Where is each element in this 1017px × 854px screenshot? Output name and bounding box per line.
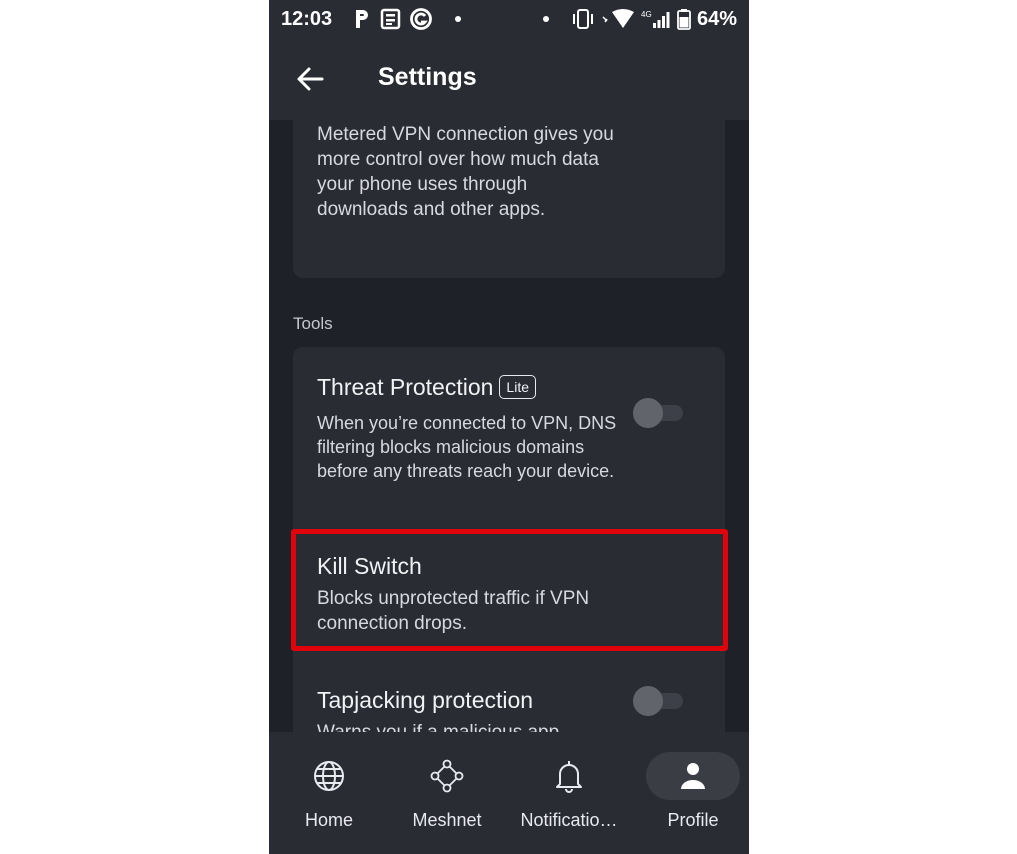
wifi-icon bbox=[602, 9, 634, 28]
globe-icon bbox=[314, 761, 344, 791]
lite-badge: Lite bbox=[499, 375, 536, 399]
meshnet-icon bbox=[430, 759, 464, 793]
parking-icon bbox=[356, 10, 368, 28]
kill-switch-highlight-box bbox=[291, 529, 728, 651]
tapjacking-description: Warns you if a malicious app bbox=[317, 720, 617, 732]
nav-meshnet-label: Meshnet bbox=[412, 810, 482, 830]
threat-protection-description: When you’re connected to VPN, DNS filter… bbox=[317, 413, 617, 481]
section-label-tools: Tools bbox=[293, 314, 333, 333]
nav-profile-label: Profile bbox=[667, 810, 719, 830]
news-icon bbox=[380, 8, 401, 30]
nav-home[interactable]: Home bbox=[269, 732, 389, 854]
phone-screen: 12:03 4G 64% Settings Metered VPN connec… bbox=[269, 0, 749, 854]
bottom-navigation: Home Meshnet Notificatio… Profile bbox=[269, 732, 749, 854]
notification-icons bbox=[353, 6, 461, 32]
threat-protection-toggle[interactable] bbox=[633, 397, 685, 428]
bell-icon bbox=[556, 761, 582, 793]
status-bar: 12:03 4G 64% bbox=[269, 0, 749, 38]
nav-meshnet[interactable]: Meshnet bbox=[387, 732, 507, 854]
vibrate-icon bbox=[572, 9, 593, 29]
dot-icon bbox=[542, 16, 549, 22]
threat-protection-title: Threat Protection Lite bbox=[317, 374, 536, 401]
system-icons: 4G 64% bbox=[542, 6, 737, 32]
battery-percent: 64% bbox=[696, 7, 737, 30]
network-type: 4G bbox=[641, 10, 652, 19]
metered-connection-card: Metered VPN connection gives you more co… bbox=[293, 120, 725, 278]
toggle-knob bbox=[633, 398, 663, 428]
metered-description: Metered VPN connection gives you more co… bbox=[317, 124, 614, 220]
nav-home-label: Home bbox=[304, 810, 353, 830]
arrow-left-icon bbox=[297, 67, 324, 91]
grammarly-icon bbox=[410, 8, 432, 30]
threat-protection-label: Threat Protection bbox=[317, 374, 494, 400]
nav-notifications[interactable]: Notificatio… bbox=[509, 732, 629, 854]
tapjacking-toggle[interactable] bbox=[633, 685, 685, 716]
back-button[interactable] bbox=[295, 64, 329, 94]
tapjacking-title: Tapjacking protection bbox=[317, 687, 534, 713]
nav-notifications-label: Notificatio… bbox=[520, 810, 618, 830]
signal-icon: 4G bbox=[641, 10, 670, 28]
nav-profile[interactable]: Profile bbox=[633, 732, 749, 854]
toggle-knob bbox=[633, 686, 663, 716]
person-icon bbox=[681, 763, 705, 789]
app-header: Settings bbox=[269, 38, 749, 120]
dot-icon bbox=[455, 16, 461, 22]
status-time: 12:03 bbox=[281, 8, 333, 30]
page-title: Settings bbox=[378, 63, 477, 91]
battery-icon bbox=[677, 9, 691, 30]
